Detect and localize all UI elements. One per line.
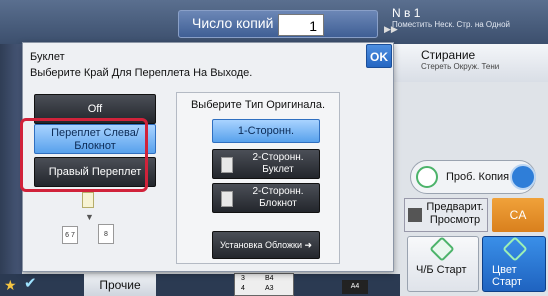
- bottom-bar: [0, 274, 400, 296]
- proof-copy-icon: [416, 166, 438, 188]
- n-in-1-item[interactable]: N в 1 Поместить Неск. Стр. на Одной: [392, 6, 548, 40]
- tray-num: 4: [241, 285, 245, 292]
- erase-item[interactable]: Стирание Стереть Окруж. Тени: [392, 44, 548, 82]
- two-sided-tablet-label: 2-Сторонн. Блокнот: [252, 186, 304, 209]
- booklet-spread-right: 8: [98, 224, 114, 244]
- left-edge-panel: [0, 44, 22, 274]
- cover-setting-label: Установка Обложки: [219, 240, 302, 250]
- star-icon[interactable]: ★: [4, 277, 17, 294]
- n-in-1-subtitle: Поместить Неск. Стр. на Одной: [392, 20, 510, 29]
- one-sided-button[interactable]: 1-Сторонн.: [212, 119, 320, 143]
- color-start-label: Цвет Старт: [492, 264, 522, 288]
- arrow-down-icon: ▼: [85, 212, 94, 222]
- clear-all-button[interactable]: CA: [492, 198, 544, 232]
- two-sided-booklet-button[interactable]: 2-Сторонн. Буклет: [212, 149, 320, 179]
- copies-input[interactable]: 1: [278, 14, 324, 36]
- bw-start-label: Ч/Б Старт: [416, 264, 467, 276]
- document-icon: [221, 157, 233, 173]
- two-sided-tablet-button[interactable]: 2-Сторонн. Блокнот: [212, 183, 320, 213]
- tray-size: A3: [265, 285, 274, 292]
- paper-tray-status: 3 B4 4 A3: [234, 273, 294, 296]
- original-type-title: Выберите Тип Оригинала.: [190, 99, 326, 111]
- proof-copy-label: Проб. Копия: [446, 171, 510, 183]
- color-mode-icon[interactable]: [510, 164, 536, 190]
- tray-num: 3: [241, 275, 245, 282]
- preview-icon: [408, 208, 422, 222]
- check-icon[interactable]: ✔: [24, 274, 37, 292]
- paper-size-badge: A4: [342, 280, 368, 294]
- erase-subtitle: Стереть Окруж. Тени: [421, 62, 500, 71]
- preview-label: Предварит. Просмотр: [426, 201, 484, 226]
- n-in-1-title: N в 1: [392, 6, 421, 20]
- tray-size: B4: [265, 275, 274, 282]
- highlight-frame: [20, 118, 148, 192]
- other-button[interactable]: Прочие: [84, 274, 156, 296]
- document-icon: [221, 191, 233, 207]
- erase-title: Стирание: [421, 48, 476, 62]
- ok-button[interactable]: OK: [366, 44, 392, 68]
- dialog-title: Буклет: [30, 51, 65, 63]
- booklet-spread-left: 6 7: [62, 226, 78, 244]
- two-sided-booklet-label: 2-Сторонн. Буклет: [252, 152, 304, 175]
- copies-label: Число копий: [192, 15, 274, 31]
- arrow-right-icon: ➜: [304, 240, 313, 250]
- dialog-subtitle: Выберите Край Для Переплета На Выходе.: [30, 67, 253, 79]
- booklet-page-icon: [82, 192, 94, 208]
- cover-setting-button[interactable]: Установка Обложки ➜: [212, 231, 320, 259]
